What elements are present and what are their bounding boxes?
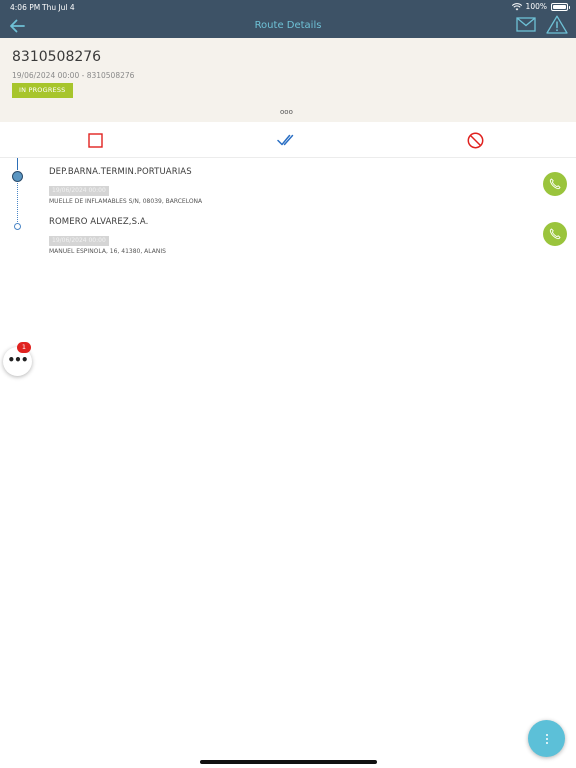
stop-name: DEP.BARNA.TERMIN.PORTUARIAS xyxy=(49,167,192,177)
home-indicator xyxy=(200,760,377,764)
phone-icon xyxy=(549,228,561,240)
menu-fab-button[interactable] xyxy=(528,720,565,757)
vertical-dots-icon xyxy=(545,733,548,744)
call-button[interactable] xyxy=(543,172,567,196)
ellipsis-icon: ••• xyxy=(7,353,28,367)
phone-icon xyxy=(549,178,561,190)
status-date: Thu Jul 4 xyxy=(42,3,75,12)
double-check-icon xyxy=(276,134,293,146)
route-details-screen: 4:06 PM Thu Jul 4 100% Route Details 831… xyxy=(0,0,576,768)
list-item[interactable]: ROMERO ALVAREZ,S.A. 19/06/2024 00:00 MAN… xyxy=(49,217,529,255)
status-indicators: 100% xyxy=(511,2,570,11)
timeline-connector-start xyxy=(16,158,18,170)
list-item[interactable]: DEP.BARNA.TERMIN.PORTUARIAS 19/06/2024 0… xyxy=(49,167,529,205)
route-id: 8310508276 xyxy=(12,49,102,65)
warning-triangle-icon xyxy=(546,15,568,34)
messages-button[interactable] xyxy=(516,17,536,33)
battery-icon xyxy=(551,2,570,11)
timeline-dot-current xyxy=(12,171,23,182)
call-button[interactable] xyxy=(543,222,567,246)
battery-percentage: 100% xyxy=(525,2,547,11)
page-title: Route Details xyxy=(254,20,322,31)
timeline-dot-pending xyxy=(14,223,21,230)
incident-button[interactable] xyxy=(546,15,568,35)
envelope-icon xyxy=(516,17,536,32)
wifi-icon xyxy=(511,2,522,10)
stop-address: MUELLE DE INFLAMABLES S/N, 08039, BARCEL… xyxy=(49,198,203,205)
navigation-bar: 4:06 PM Thu Jul 4 100% Route Details xyxy=(0,0,576,38)
stop-name: ROMERO ALVAREZ,S.A. xyxy=(49,217,149,227)
route-subtitle: 19/06/2024 00:00 - 8310508276 xyxy=(12,71,135,80)
complete-button[interactable] xyxy=(276,131,294,149)
status-badge: IN PROGRESS xyxy=(12,83,73,98)
checkbox-empty-icon xyxy=(87,132,103,148)
stop-address: MANUEL ESPINOLA, 16, 41380, ALANIS xyxy=(49,248,166,255)
expand-header-button[interactable]: ooo xyxy=(280,108,293,116)
notification-badge: 1 xyxy=(17,342,31,353)
action-bar xyxy=(0,122,576,158)
cancel-button[interactable] xyxy=(466,131,484,149)
status-time: 4:06 PM xyxy=(10,3,41,12)
prohibited-icon xyxy=(467,132,483,148)
stop-date: 19/06/2024 00:00 xyxy=(49,236,109,246)
route-header: 8310508276 19/06/2024 00:00 - 8310508276… xyxy=(0,38,576,122)
select-all-button[interactable] xyxy=(86,131,104,149)
stop-date: 19/06/2024 00:00 xyxy=(49,186,109,196)
